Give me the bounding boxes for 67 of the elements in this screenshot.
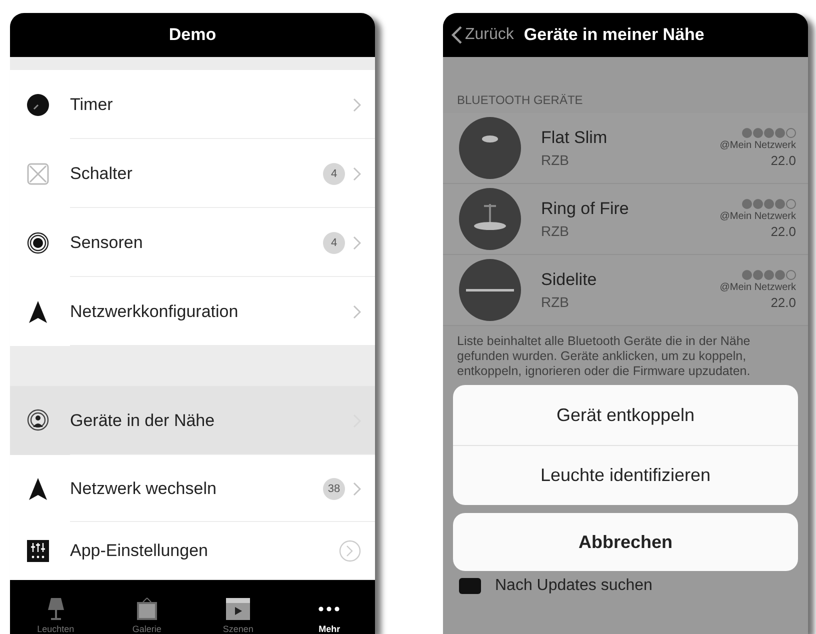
film-icon [225,597,252,621]
menu-item[interactable]: App-Einstellungen [10,522,375,580]
list-icon [459,578,481,594]
refresh-icon [339,540,361,562]
broadcast-icon [26,408,50,432]
device-row[interactable]: Flat Slim RZB @Mein Netzwerk 22.0 [443,113,808,184]
menu-item-label: App-Einstellungen [70,541,209,561]
chevron-left-icon [451,25,463,45]
menu-item[interactable]: Geräte in der Nähe [10,386,375,455]
back-button[interactable]: Zurück [451,25,514,45]
cancel-button[interactable]: Abbrechen [453,513,798,571]
lamp-thumbnail [459,188,521,250]
count-badge: 4 [323,162,345,184]
chevron-icon [353,304,361,318]
screen-title: Geräte in meiner Nähe [524,25,704,45]
tab[interactable]: Szenen [203,597,274,634]
tab[interactable]: Mehr [294,597,364,634]
arrowhead-icon [26,300,50,324]
menu-item-label: Netzwerkkonfiguration [70,302,240,322]
chevron-icon [353,236,361,250]
clock-icon [26,92,50,116]
more-icon [318,606,340,612]
menu-item[interactable]: Netzwerk wechseln 38 [10,455,375,522]
section-header: BLUETOOTH GERÄTE [456,92,584,109]
device-row[interactable]: Ring of Fire RZB @Mein Netzwerk 22.0 [443,184,808,255]
arrowhead-icon [26,476,50,500]
device-name: Flat Slim [541,128,608,148]
sensor-icon [26,230,50,254]
menu-item[interactable]: Sensoren 4 [10,208,375,277]
firmware-version: 22.0 [770,224,796,239]
action-button[interactable]: Leuchte identifizieren [453,445,798,505]
device-maker: RZB [541,152,570,168]
sliders-icon [26,539,50,563]
chevron-icon [353,166,361,180]
chevron-icon [353,98,361,112]
lamp-icon [46,597,66,621]
menu-item[interactable]: Timer [10,70,375,139]
menu-item[interactable]: Schalter 4 [10,139,375,208]
switch-icon [26,162,50,186]
screen-title: Demo [168,25,216,45]
device-network: @Mein Netzwerk [720,140,796,151]
device-maker: RZB [541,294,570,310]
menu-item-label: Netzwerk wechseln [70,478,218,498]
device-network: @Mein Netzwerk [720,282,796,293]
menu-item-label: Geräte in der Nähe [70,410,216,430]
tab[interactable]: Leuchten [20,597,91,634]
menu-item-label: Schalter [70,164,134,184]
firmware-version: 22.0 [770,153,796,168]
lamp-thumbnail [459,259,521,321]
count-badge: 4 [323,232,345,254]
device-name: Sidelite [541,270,598,290]
device-name: Ring of Fire [541,199,630,219]
action-button[interactable]: Gerät entkoppeln [453,385,798,445]
tab[interactable]: Galerie [112,597,182,634]
menu-item[interactable]: Netzwerkkonfiguration [10,277,375,346]
firmware-version: 22.0 [770,295,796,310]
device-row[interactable]: Sidelite RZB @Mein Netzwerk 22.0 [443,255,808,326]
device-maker: RZB [541,223,570,239]
picture-frame-icon [134,597,159,621]
lamp-thumbnail [459,117,521,179]
menu-item-label: Sensoren [70,232,144,252]
device-network: @Mein Netzwerk [720,211,796,222]
menu-item-label: Timer [70,94,114,114]
menu-item-label: Nach Updates suchen [495,577,652,595]
chevron-icon [353,482,361,496]
footnote-text: Liste beinhaltet alle Bluetooth Geräte die in der Nähe gefunden wurden. Geräte anklicken, um zu koppeln, entkoppeln, ignorieren oder die Firmware upzudaten. [456,333,752,380]
count-badge: 38 [323,478,345,500]
